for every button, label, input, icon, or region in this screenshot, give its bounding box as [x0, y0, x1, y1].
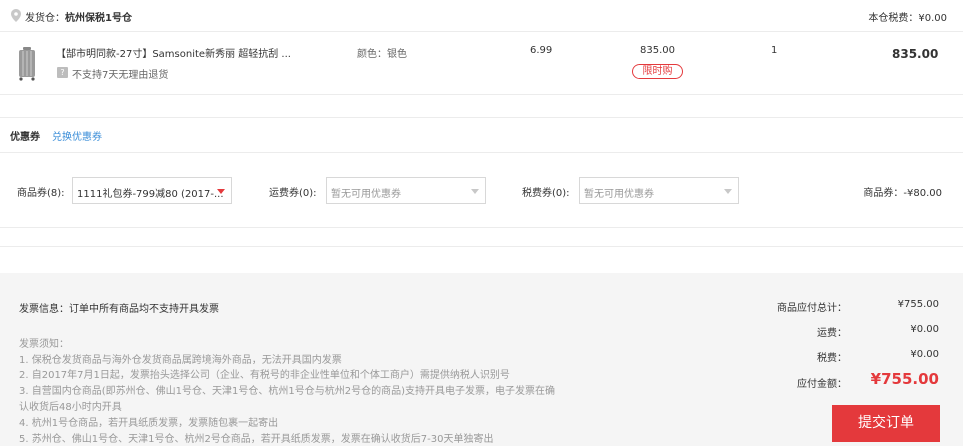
exchange-coupon-link[interactable]: 兑换优惠券: [52, 128, 102, 143]
warehouse-label-prefix: 发货仓：: [25, 13, 65, 24]
shipping-coupon-placeholder: 暂无可用优惠券: [331, 189, 401, 200]
coupon-section-title: 优惠券: [10, 132, 40, 143]
product-subtotal: 835.00: [892, 47, 939, 61]
product-coupon-label: 商品券(8):: [17, 188, 65, 199]
product-weight: 6.99: [530, 45, 553, 56]
tax-coupon-label: 税费券(0):: [522, 188, 570, 199]
pay-amount-label: 应付金额：: [797, 379, 847, 390]
location-pin-icon: [11, 9, 21, 22]
invoice-notice-item: 3. 自营国内仓商品(即苏州仓、佛山1号仓、天津1号仓、杭州1号仓与杭州2号仓的…: [19, 386, 555, 397]
coupon-discount: 商品券：-¥80.00: [863, 188, 942, 199]
invoice-notice-item: 4. 杭州1号仓商品，若开具纸质发票，发票随包裹一起寄出: [19, 418, 279, 429]
chevron-down-icon: [471, 189, 479, 194]
chevron-down-icon: [217, 189, 225, 194]
product-thumbnail[interactable]: [18, 47, 36, 81]
shipping-coupon-label: 运费券(0):: [269, 188, 317, 199]
product-color: 颜色：银色: [357, 49, 407, 60]
shipping-coupon-select[interactable]: 暂无可用优惠券: [326, 177, 486, 204]
pay-amount-value: ¥755.00: [870, 370, 939, 388]
warehouse-label: 发货仓：杭州保税1号仓: [25, 9, 132, 24]
tax-coupon-select[interactable]: 暂无可用优惠券: [579, 177, 739, 204]
divider: [0, 152, 963, 153]
invoice-notice-item: 5. 苏州仓、佛山1号仓、天津1号仓、杭州2号仓商品，若开具纸质发票，发票在确认…: [19, 434, 494, 445]
divider: [0, 246, 963, 247]
product-row: 【郜市明同款-27寸】Samsonite新秀丽 超轻抗刮 ... ? 不支持7天…: [0, 33, 963, 95]
goods-total-label: 商品应付总计：: [777, 303, 847, 314]
invoice-notice-item: 1. 保税仓发货商品与海外仓发货商品属跨境海外商品，无法开具国内发票: [19, 355, 342, 366]
question-icon: ?: [57, 67, 68, 78]
tax-value: ¥0.00: [910, 349, 939, 360]
invoice-title: 发票信息：订单中所有商品均不支持开具发票: [19, 304, 219, 315]
divider: [0, 227, 963, 228]
invoice-notice-item: 2. 自2017年7月1日起，发票抬头选择公司（企业、有税号的非企业性单位和个体…: [19, 370, 510, 381]
warehouse-name: 杭州保税1号仓: [65, 13, 132, 24]
product-title[interactable]: 【郜市明同款-27寸】Samsonite新秀丽 超轻抗刮 ...: [56, 45, 291, 60]
shipping-label: 运费：: [817, 328, 847, 339]
warehouse-tax: 本仓税费：¥0.00: [868, 13, 947, 24]
product-quantity: 1: [771, 45, 778, 56]
divider: [0, 117, 963, 118]
warehouse-header: 发货仓：杭州保税1号仓 本仓税费：¥0.00: [0, 0, 963, 32]
invoice-notice-item: 认收货后48小时内开具: [19, 402, 122, 413]
limited-time-badge: 限时购: [632, 64, 683, 79]
invoice-notice-title: 发票须知：: [19, 339, 69, 350]
chevron-down-icon: [724, 189, 732, 194]
return-policy: 不支持7天无理由退货: [72, 70, 169, 81]
shipping-value: ¥0.00: [910, 324, 939, 335]
goods-total-value: ¥755.00: [897, 299, 939, 310]
product-price: 835.00: [640, 45, 675, 56]
tax-coupon-placeholder: 暂无可用优惠券: [584, 189, 654, 200]
submit-order-button[interactable]: 提交订单: [832, 405, 940, 442]
tax-label: 税费：: [817, 353, 847, 364]
product-coupon-select[interactable]: 1111礼包券-799减80 (2017-...: [72, 177, 232, 204]
product-coupon-value: 1111礼包券-799减80 (2017-...: [77, 189, 224, 200]
